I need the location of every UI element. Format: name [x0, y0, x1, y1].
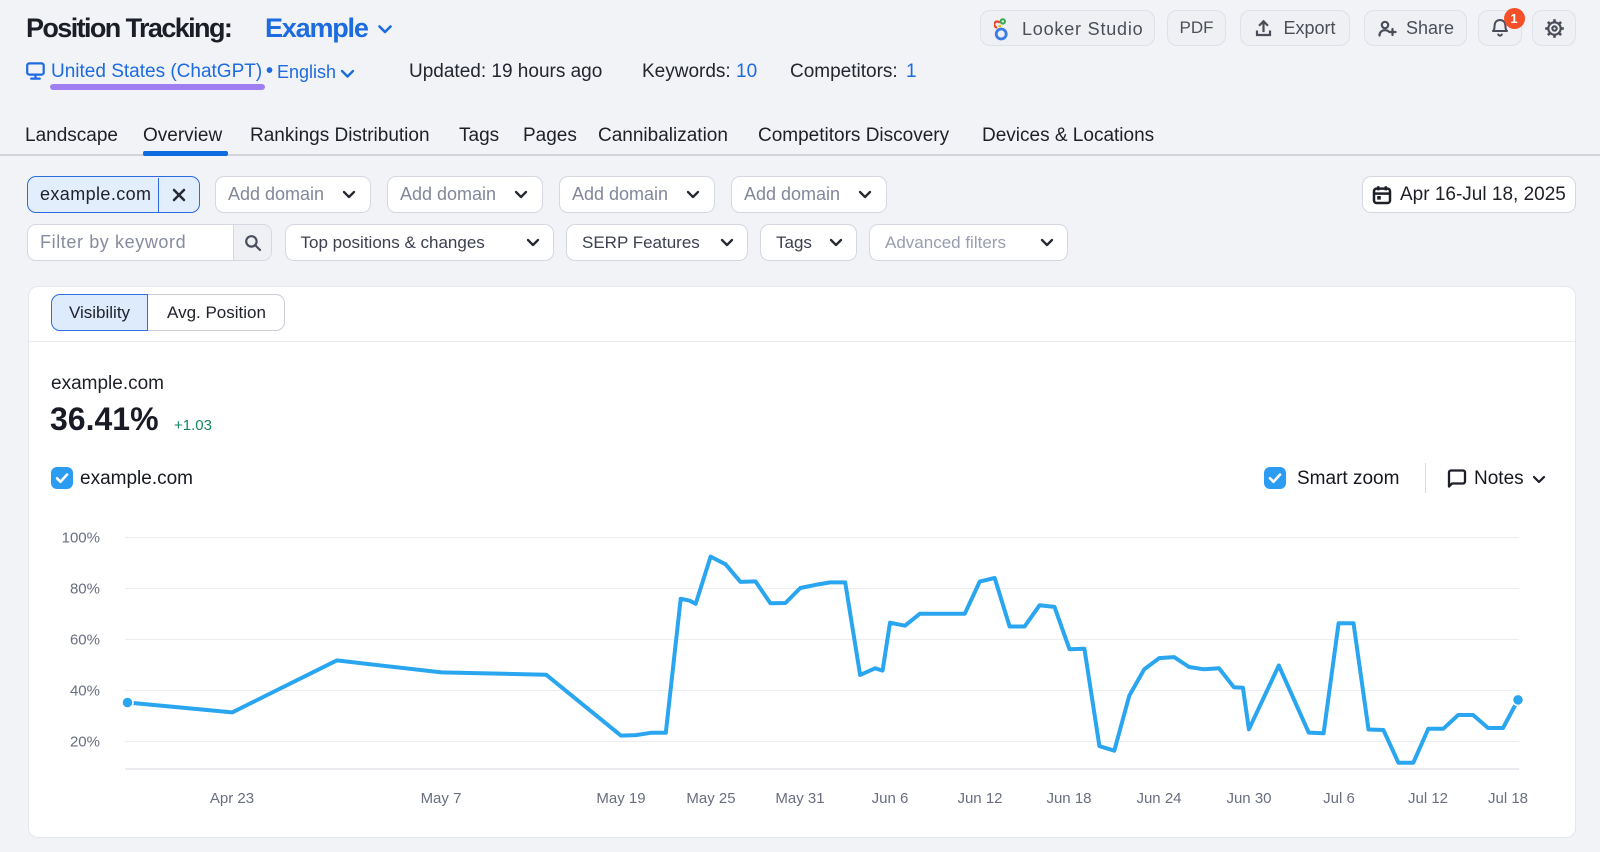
svg-text:Jun 24: Jun 24	[1136, 790, 1181, 807]
svg-text:Jul 6: Jul 6	[1323, 790, 1355, 807]
svg-text:80%: 80%	[70, 581, 100, 598]
svg-text:Jun 12: Jun 12	[957, 790, 1002, 807]
svg-text:May 25: May 25	[686, 790, 735, 807]
svg-text:Jul 12: Jul 12	[1408, 790, 1448, 807]
svg-text:40%: 40%	[70, 683, 100, 700]
svg-text:60%: 60%	[70, 632, 100, 649]
svg-text:20%: 20%	[70, 734, 100, 751]
svg-text:May 19: May 19	[596, 790, 645, 807]
svg-text:Jun 6: Jun 6	[872, 790, 909, 807]
svg-text:May 7: May 7	[421, 790, 462, 807]
svg-text:100%: 100%	[62, 530, 100, 547]
svg-text:Apr 23: Apr 23	[210, 790, 254, 807]
svg-text:May 31: May 31	[775, 790, 824, 807]
svg-text:Jun 30: Jun 30	[1226, 790, 1271, 807]
svg-text:Jun 18: Jun 18	[1046, 790, 1091, 807]
svg-text:Jul 18: Jul 18	[1488, 790, 1528, 807]
